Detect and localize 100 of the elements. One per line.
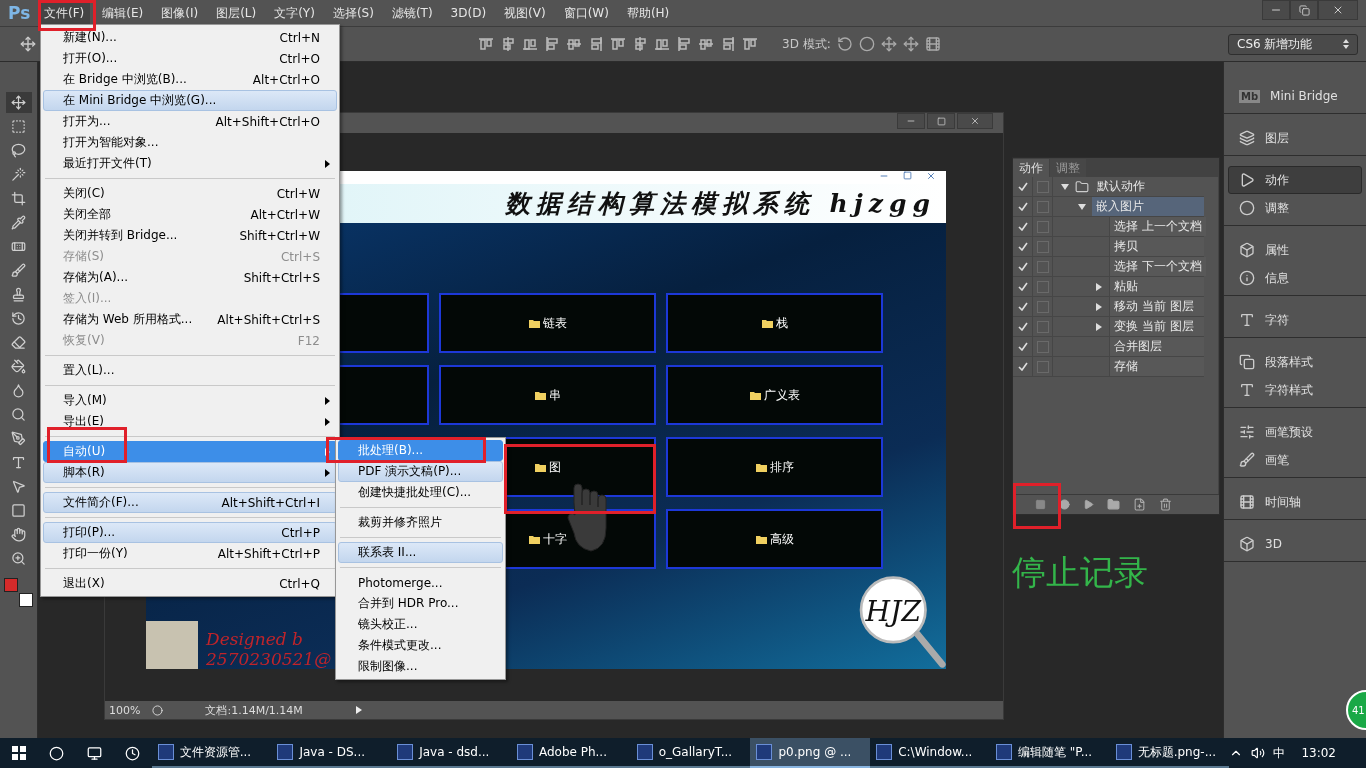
taskbar-app[interactable]: C:\Window... xyxy=(870,738,990,768)
menu-item[interactable]: PDF 演示文稿(P)... xyxy=(338,461,503,482)
close-button[interactable] xyxy=(957,113,993,129)
taskbar-app[interactable]: Adobe Ph... xyxy=(510,738,631,768)
taskbar-app[interactable]: p0.png @ ... xyxy=(750,738,871,768)
panel-dock-item[interactable]: Mb Mini Bridge xyxy=(1228,82,1362,110)
menu-item[interactable]: 导出(E) xyxy=(43,411,337,432)
clock[interactable]: 13:02 xyxy=(1301,746,1336,760)
move-tool-icon[interactable] xyxy=(5,92,32,113)
menu-item[interactable]: 限制图像... xyxy=(338,656,503,677)
menu-tile[interactable]: 排序 xyxy=(666,437,883,497)
menu-item[interactable]: 最近打开文件(T) xyxy=(43,153,337,174)
action-row-label[interactable]: 存储 xyxy=(1109,357,1204,376)
new-item-icon[interactable] xyxy=(1133,498,1146,511)
menu-item[interactable]: 在 Mini Bridge 中浏览(G)... xyxy=(43,90,337,111)
collapsed-arrow-icon[interactable] xyxy=(1095,302,1103,311)
align-icon[interactable] xyxy=(742,36,758,52)
color-swatch[interactable] xyxy=(18,593,33,607)
action-row-label[interactable]: 移动 当前 图层 xyxy=(1109,297,1204,316)
menu-bar-item[interactable]: 3D(D) xyxy=(444,3,493,23)
panel-dock-item[interactable]: 调整 xyxy=(1228,194,1362,222)
taskbar-app[interactable]: Java - dsd... xyxy=(391,738,511,768)
panel-dock-item[interactable]: 字符 xyxy=(1228,306,1362,334)
pan-icon[interactable] xyxy=(880,36,897,52)
expanded-arrow-icon[interactable] xyxy=(1078,202,1086,211)
menu-item[interactable]: 镜头校正... xyxy=(338,614,503,635)
menu-item[interactable]: Photomerge... xyxy=(338,572,503,593)
menu-item[interactable]: 导入(M) xyxy=(43,390,337,411)
menu-tile[interactable]: 栈 xyxy=(666,293,883,353)
check-icon[interactable] xyxy=(1017,262,1028,271)
check-icon[interactable] xyxy=(1017,342,1028,351)
action-row-label[interactable]: 选择 下一个文档 xyxy=(1109,257,1206,276)
menu-bar-item[interactable]: 图像(I) xyxy=(155,1,205,25)
check-icon[interactable] xyxy=(1017,302,1028,311)
action-row-label[interactable]: 拷贝 xyxy=(1109,237,1204,256)
align-icon[interactable] xyxy=(654,36,670,52)
menu-item[interactable]: 打开(O)... Ctrl+O xyxy=(43,48,337,69)
align-icon[interactable] xyxy=(610,36,626,52)
folder-icon[interactable] xyxy=(1107,498,1120,511)
align-icon[interactable] xyxy=(632,36,648,52)
menu-item[interactable]: 存储为(A)... Shift+Ctrl+S xyxy=(43,267,337,288)
action-row-label[interactable]: 选择 上一个文档 xyxy=(1109,217,1206,236)
panel-dock-item[interactable]: 图层 xyxy=(1228,124,1362,152)
rotate-icon[interactable] xyxy=(836,36,853,52)
panel-dock-item[interactable]: 画笔 xyxy=(1228,446,1362,474)
taskbar-app[interactable]: 文件资源管... xyxy=(151,738,272,768)
stop-icon[interactable] xyxy=(1035,499,1046,510)
menu-item[interactable]: 新建(N)... Ctrl+N xyxy=(43,27,337,48)
check-icon[interactable] xyxy=(1017,362,1028,371)
action-row-label[interactable]: 变换 当前 图层 xyxy=(1109,317,1204,336)
volume-icon[interactable] xyxy=(1251,746,1266,760)
panel-dock-item[interactable]: 动作 xyxy=(1228,166,1362,194)
menu-item[interactable]: 存储为 Web 所用格式... Alt+Shift+Ctrl+S xyxy=(43,309,337,330)
menu-item[interactable]: 脚本(R) xyxy=(43,462,337,483)
menu-bar-item[interactable]: 帮助(H) xyxy=(620,1,676,25)
menu-item[interactable]: 置入(L)... xyxy=(43,360,337,381)
record-icon[interactable] xyxy=(1059,499,1070,510)
menu-item[interactable]: 打开为... Alt+Shift+Ctrl+O xyxy=(43,111,337,132)
align-icon[interactable] xyxy=(720,36,736,52)
menu-bar-item[interactable]: 窗口(W) xyxy=(557,1,615,25)
panel-dock-item[interactable]: 画笔预设 xyxy=(1228,418,1362,446)
menu-bar-item[interactable]: 图层(L) xyxy=(210,1,263,25)
check-icon[interactable] xyxy=(1017,282,1028,291)
action-row-label[interactable]: 嵌入图片 xyxy=(1092,197,1204,216)
menu-item[interactable]: 关闭(C) Ctrl+W xyxy=(43,183,337,204)
play-icon[interactable] xyxy=(354,706,363,714)
align-icon[interactable] xyxy=(544,36,560,52)
collapsed-arrow-icon[interactable] xyxy=(1095,322,1103,331)
panel-dock-item[interactable]: 3D xyxy=(1228,530,1362,558)
menu-item[interactable]: 在 Bridge 中浏览(B)... Alt+Ctrl+O xyxy=(43,69,337,90)
panel-dock-item[interactable]: 字符样式 xyxy=(1228,376,1362,404)
action-row-label[interactable]: 合并图层 xyxy=(1109,337,1204,356)
taskbar-app[interactable]: 无标题.png-... xyxy=(1109,738,1230,768)
align-icon[interactable] xyxy=(566,36,582,52)
menu-item[interactable]: 打印(P)... Ctrl+P xyxy=(43,522,337,543)
minimize-button[interactable] xyxy=(897,113,925,129)
taskbar-app[interactable]: 编辑随笔 "P... xyxy=(989,738,1110,768)
taskbar-app[interactable]: Java - DS... xyxy=(271,738,392,768)
menu-item[interactable]: 合并到 HDR Pro... xyxy=(338,593,503,614)
menu-tile[interactable]: 广义表 xyxy=(666,365,883,425)
align-icon[interactable] xyxy=(500,36,516,52)
action-row-label[interactable]: 默认动作 xyxy=(1093,177,1204,196)
menu-bar-item[interactable]: 编辑(E) xyxy=(96,1,150,25)
expanded-arrow-icon[interactable] xyxy=(1061,182,1069,191)
menu-item[interactable]: 文件简介(F)... Alt+Shift+Ctrl+I xyxy=(43,492,337,513)
ime-indicator[interactable]: 中 xyxy=(1273,744,1286,762)
action-row-label[interactable]: 粘贴 xyxy=(1109,277,1204,296)
check-icon[interactable] xyxy=(1017,202,1028,211)
trash-icon[interactable] xyxy=(1159,498,1172,511)
align-icon[interactable] xyxy=(522,36,538,52)
panel-dock-item[interactable]: 段落样式 xyxy=(1228,348,1362,376)
menu-bar-item[interactable]: 选择(S) xyxy=(326,1,380,25)
panel-tab[interactable]: 动作 xyxy=(1013,159,1049,177)
menu-item[interactable]: 退出(X) Ctrl+Q xyxy=(43,573,337,594)
check-icon[interactable] xyxy=(1017,182,1028,191)
panel-dock-item[interactable]: 属性 xyxy=(1228,236,1362,264)
check-icon[interactable] xyxy=(1017,222,1028,231)
menu-item[interactable]: 打印一份(Y) Alt+Shift+Ctrl+P xyxy=(43,543,337,564)
menu-tile[interactable]: 高级 xyxy=(666,509,883,569)
align-icon[interactable] xyxy=(676,36,692,52)
